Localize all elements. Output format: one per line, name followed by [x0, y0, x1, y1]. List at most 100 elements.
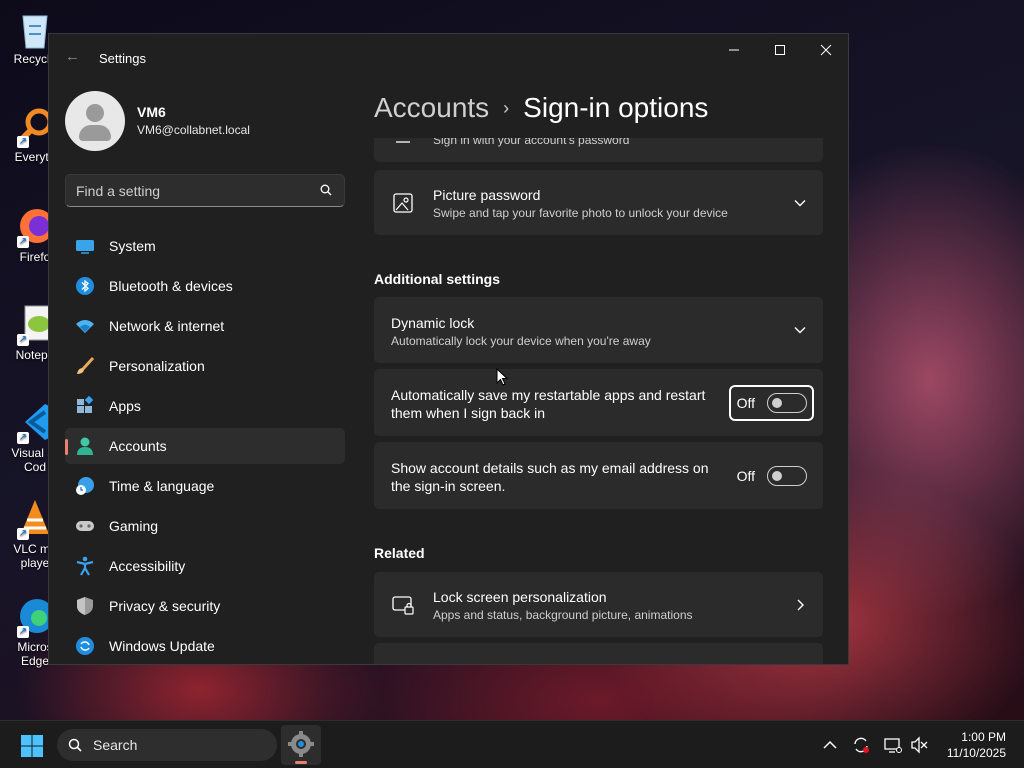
nav-item-accessibility[interactable]: Accessibility [65, 548, 345, 584]
close-icon [820, 44, 832, 56]
apps-icon [77, 396, 94, 413]
page-title: Sign-in options [523, 92, 709, 123]
mouse-cursor-icon [496, 368, 508, 386]
shortcut-arrow-icon: ↗ [17, 334, 29, 346]
shortcut-arrow-icon: ↗ [17, 528, 29, 540]
chevron-down-icon[interactable] [793, 323, 807, 337]
restart-apps-toggle-group[interactable]: Off [737, 393, 807, 413]
taskbar-clock[interactable]: 1:00 PM 11/10/2025 [947, 729, 1006, 761]
back-arrow-icon[interactable]: ← [65, 49, 81, 65]
taskbar-search-label: Search [93, 737, 138, 753]
breadcrumb-parent[interactable]: Accounts [374, 92, 489, 124]
minimize-icon [729, 49, 739, 51]
search-input[interactable] [76, 175, 306, 206]
password-icon [396, 141, 410, 143]
minimize-button[interactable] [711, 34, 757, 66]
lock-screen-personalization-link[interactable]: Lock screen personalization Apps and sta… [374, 572, 823, 637]
nav-item-label: Network & internet [109, 318, 225, 334]
display-icon[interactable] [884, 736, 902, 754]
restart-apps-text: Automatically save my restartable apps a… [391, 387, 706, 421]
nav-item-system[interactable]: System [65, 228, 345, 264]
nav-item-label: Accounts [109, 438, 167, 454]
shortcut-arrow-icon: ↗ [17, 236, 29, 248]
nav-item-bluetooth[interactable]: Bluetooth & devices [65, 268, 345, 304]
volume-muted-icon[interactable] [910, 736, 928, 754]
picture-password-title: Picture password [433, 187, 541, 203]
next-related-card[interactable] [374, 643, 823, 664]
picture-icon [393, 193, 413, 213]
nav-item-privacy-security[interactable]: Privacy & security [65, 588, 345, 624]
taskbar-search[interactable]: Search [57, 729, 277, 761]
maximize-button[interactable] [757, 34, 803, 66]
settings-gear-icon [288, 731, 314, 757]
lock-screen-icon [392, 596, 414, 615]
restart-apps-toggle[interactable] [767, 393, 807, 413]
brush-icon [77, 356, 95, 374]
dynamic-lock-subtitle: Automatically lock your device when you'… [391, 334, 651, 348]
clock-time: 1:00 PM [961, 730, 1006, 744]
nav-item-network[interactable]: Network & internet [65, 308, 345, 344]
nav-item-windows-update[interactable]: Windows Update [65, 628, 345, 664]
chevron-right-icon[interactable] [793, 598, 807, 612]
shield-icon [77, 597, 93, 615]
profile-name: VM6 [137, 104, 166, 120]
account-details-toggle-group[interactable]: Off [737, 466, 807, 486]
nav-item-label: Time & language [109, 478, 215, 494]
sync-icon[interactable] [852, 736, 870, 754]
nav-item-label: Accessibility [109, 558, 186, 574]
maximize-icon [775, 45, 785, 55]
update-icon [76, 637, 94, 655]
chevron-down-icon[interactable] [793, 196, 807, 210]
accessibility-icon [76, 556, 94, 576]
password-card[interactable]: Sign in with your account's password [374, 138, 823, 162]
avatar [65, 91, 125, 151]
account-details-card: Show account details such as my email ad… [374, 442, 823, 509]
gamepad-icon [76, 521, 94, 531]
nav-item-label: Apps [109, 398, 141, 414]
password-card-subtitle: Sign in with your account's password [433, 138, 630, 147]
search-icon [68, 738, 82, 752]
shortcut-arrow-icon: ↗ [17, 432, 29, 444]
breadcrumb-separator: › [503, 97, 510, 118]
taskbar-settings-app[interactable] [281, 725, 321, 765]
dynamic-lock-card[interactable]: Dynamic lock Automatically lock your dev… [374, 297, 823, 363]
nav-item-time-language[interactable]: Time & language [65, 468, 345, 504]
main-content: Sign in with your account's password Pic… [374, 138, 825, 664]
nav-item-label: Windows Update [109, 638, 215, 654]
additional-settings-heading: Additional settings [374, 271, 500, 287]
shortcut-arrow-icon: ↗ [17, 626, 29, 638]
wifi-icon [76, 320, 94, 333]
search-icon [320, 184, 332, 196]
settings-nav: System Bluetooth & devices Network & int… [65, 228, 345, 664]
lock-screen-subtitle: Apps and status, background picture, ani… [433, 608, 693, 622]
chevron-up-icon[interactable] [821, 736, 839, 754]
clock-date: 11/10/2025 [946, 746, 1006, 760]
related-heading: Related [374, 545, 425, 561]
nav-item-gaming[interactable]: Gaming [65, 508, 345, 544]
nav-item-label: Gaming [109, 518, 159, 534]
nav-item-personalization[interactable]: Personalization [65, 348, 345, 384]
nav-item-apps[interactable]: Apps [65, 388, 345, 424]
windows-start-icon[interactable] [20, 734, 44, 758]
picture-password-card[interactable]: Picture password Swipe and tap your favo… [374, 170, 823, 235]
bluetooth-icon [76, 277, 94, 295]
taskbar: Search 1:00 PM 11/10/2025 [0, 720, 1024, 768]
nav-item-label: Privacy & security [109, 598, 221, 614]
nav-item-label: Personalization [109, 358, 205, 374]
system-icon [76, 240, 94, 254]
close-button[interactable] [803, 34, 848, 66]
title-bar: ← Settings [49, 34, 848, 82]
lock-screen-title: Lock screen personalization [433, 589, 607, 605]
picture-password-subtitle: Swipe and tap your favorite photo to unl… [433, 206, 728, 220]
dynamic-lock-title: Dynamic lock [391, 315, 475, 331]
nav-item-accounts[interactable]: Accounts [65, 428, 345, 464]
find-setting-search[interactable] [65, 174, 345, 207]
account-details-text: Show account details such as my email ad… [391, 460, 709, 494]
window-title: Settings [99, 51, 146, 66]
account-details-toggle[interactable] [767, 466, 807, 486]
breadcrumb: Accounts › Sign-in options [374, 92, 708, 124]
profile-email: VM6@collabnet.local [137, 123, 250, 137]
globe-clock-icon [76, 477, 94, 495]
nav-item-label: System [109, 238, 156, 254]
toggle-state-label: Off [736, 468, 755, 484]
